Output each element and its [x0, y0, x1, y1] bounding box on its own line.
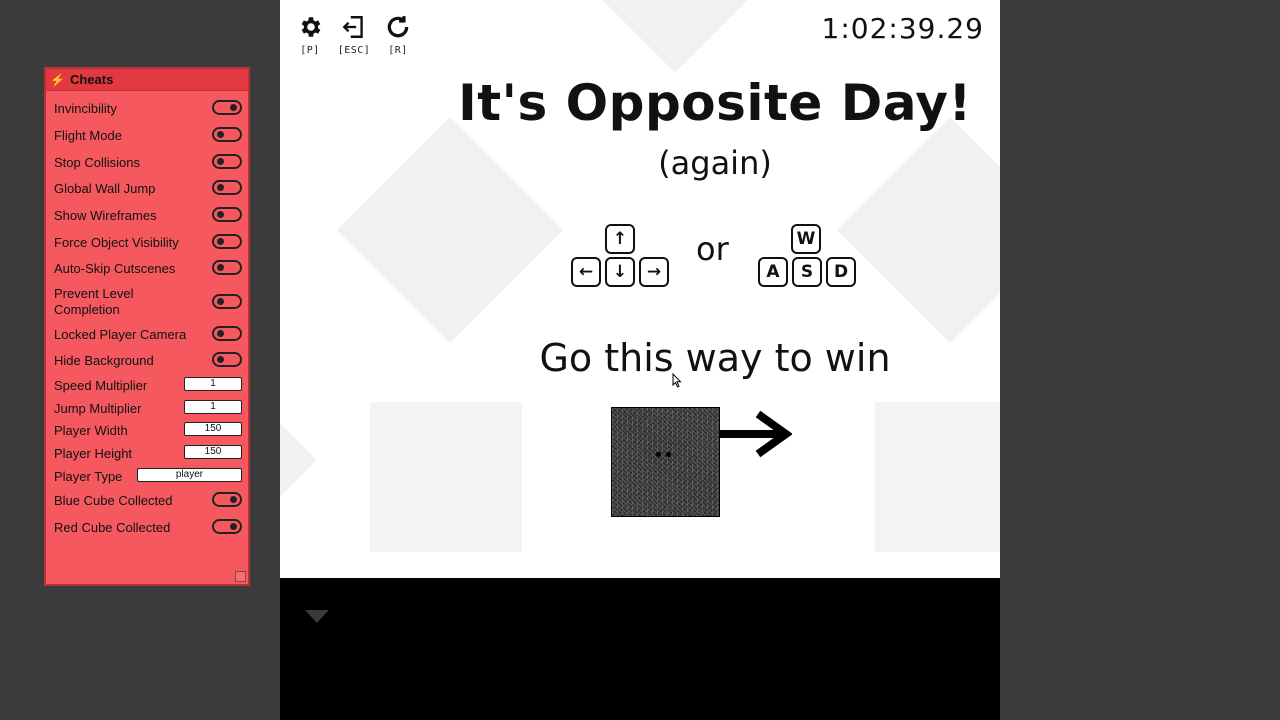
cheat-label: Stop Collisions — [54, 155, 140, 170]
toggle-switch[interactable] — [212, 326, 242, 341]
cheats-panel[interactable]: ⚡ Cheats Invincibility Flight Mode Stop … — [44, 67, 250, 586]
lightning-icon: ⚡ — [50, 72, 65, 87]
cheat-label: Speed Multiplier — [54, 378, 148, 393]
cheats-header[interactable]: ⚡ Cheats — [46, 69, 248, 91]
toggle-switch[interactable] — [212, 260, 242, 275]
or-text: or — [696, 230, 729, 268]
toggle-switch[interactable] — [212, 207, 242, 222]
cheat-label: Red Cube Collected — [54, 520, 171, 535]
toggle-switch[interactable] — [212, 492, 242, 507]
toggle-switch[interactable] — [212, 127, 242, 142]
key-w: W — [791, 224, 821, 254]
bg-block — [875, 402, 1000, 552]
settings-button[interactable]: [P] — [290, 14, 330, 56]
cheat-label: Global Wall Jump — [54, 181, 156, 196]
player-width-input[interactable]: 150 — [184, 422, 242, 436]
toggle-switch[interactable] — [212, 100, 242, 115]
toggle-switch[interactable] — [212, 352, 242, 367]
key-up: ↑ — [605, 224, 635, 254]
bg-diamond — [597, 0, 753, 73]
exit-hotkey: [ESC] — [337, 45, 371, 56]
key-s: S — [792, 257, 822, 287]
player-cube — [611, 407, 720, 517]
restart-icon — [387, 16, 409, 38]
cheat-label: Invincibility — [54, 101, 117, 116]
exit-button[interactable]: [ESC] — [334, 14, 374, 56]
resize-handle[interactable] — [235, 571, 246, 582]
key-right: → — [639, 257, 669, 287]
toggle-switch[interactable] — [212, 180, 242, 195]
timer: 1:02:39.29 — [821, 12, 984, 45]
exit-icon — [342, 16, 363, 38]
player-eye — [656, 452, 661, 457]
jump-multiplier-input[interactable]: 1 — [184, 400, 242, 414]
player-type-input[interactable]: player — [137, 468, 242, 482]
speed-multiplier-input[interactable]: 1 — [184, 377, 242, 391]
cheat-prevent-level-completion[interactable]: Prevent Level Completion — [54, 286, 242, 318]
cheat-label: Blue Cube Collected — [54, 493, 173, 508]
gear-icon — [301, 17, 321, 37]
mouse-cursor-icon — [672, 373, 682, 388]
cheat-label: Locked Player Camera — [54, 327, 187, 342]
level-subtitle: (again) — [658, 144, 772, 182]
player-eye — [666, 452, 671, 457]
cheat-label: Show Wireframes — [54, 208, 157, 223]
cheat-label: Flight Mode — [54, 128, 122, 143]
settings-hotkey: [P] — [300, 45, 320, 56]
player-height-input[interactable]: 150 — [184, 445, 242, 459]
key-left: ← — [571, 257, 601, 287]
toggle-switch[interactable] — [212, 234, 242, 249]
bg-block — [370, 402, 522, 552]
dropdown-triangle-icon[interactable] — [305, 610, 329, 623]
restart-hotkey: [R] — [388, 45, 408, 56]
cheat-label: Prevent Level Completion — [54, 286, 134, 317]
cheat-label: Jump Multiplier — [54, 401, 142, 416]
toggle-switch[interactable] — [212, 294, 242, 309]
cheat-label: Player Height — [54, 446, 133, 461]
bottom-bar — [280, 578, 1000, 720]
right-arrow-icon — [720, 410, 792, 458]
toggle-switch[interactable] — [212, 519, 242, 534]
win-hint: Go this way to win — [539, 336, 891, 380]
toggle-switch[interactable] — [212, 154, 242, 169]
cheat-label: Force Object Visibility — [54, 235, 179, 250]
key-d: D — [826, 257, 856, 287]
game-canvas[interactable]: [P] [ESC] [R] 1:02:39.29 It's Opposite D… — [280, 0, 1000, 578]
bg-diamond — [280, 403, 317, 517]
cheat-label: Hide Background — [54, 353, 154, 368]
level-title: It's Opposite Day! — [458, 74, 972, 132]
restart-button[interactable]: [R] — [378, 14, 418, 56]
cheat-label: Auto-Skip Cutscenes — [54, 261, 176, 276]
key-a: A — [758, 257, 788, 287]
cheats-title: Cheats — [69, 72, 114, 87]
key-down: ↓ — [605, 257, 635, 287]
cheat-label: Player Type — [54, 469, 123, 484]
cheat-label: Player Width — [54, 423, 128, 438]
